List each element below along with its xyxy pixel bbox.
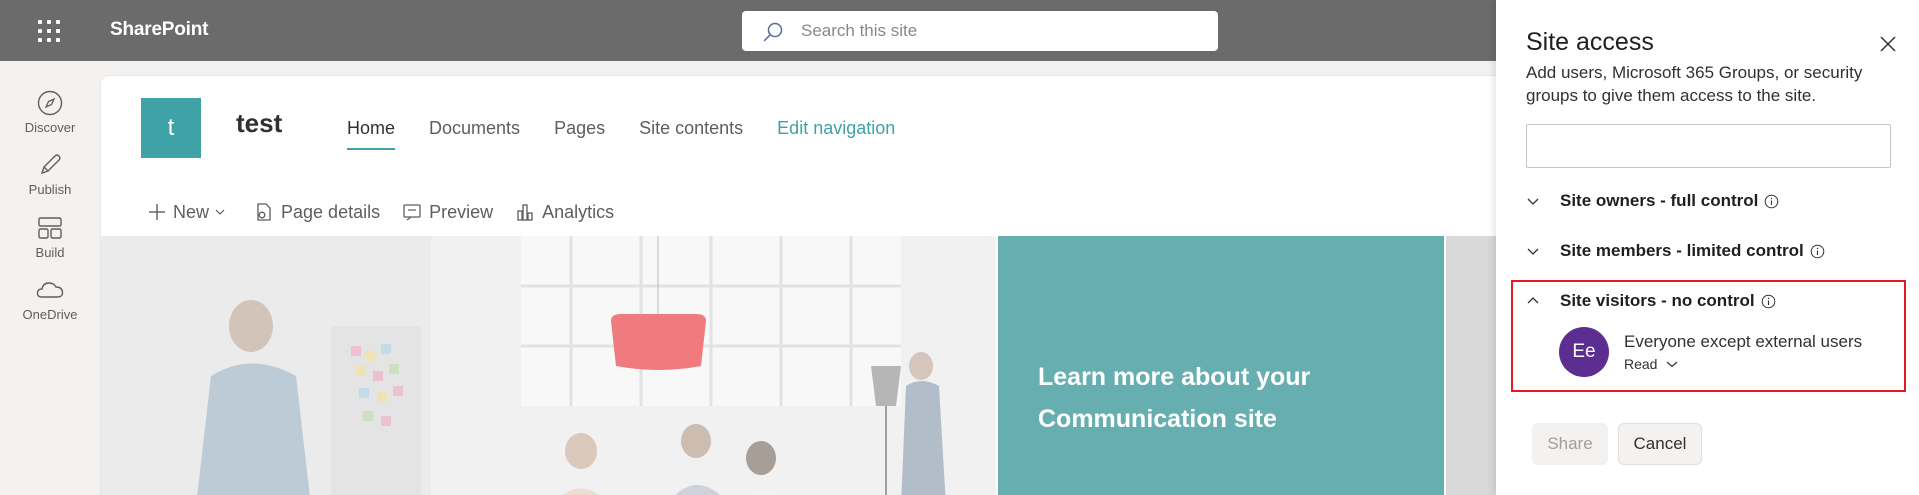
page-details-button[interactable]: Page details [254, 202, 380, 223]
preview-button[interactable]: Preview [402, 202, 493, 223]
hero-web-part: Learn more about your Communication site [101, 236, 1501, 495]
office-photo-illustration [101, 236, 996, 495]
new-label: New [173, 201, 210, 222]
hero-image[interactable] [101, 236, 996, 495]
preview-label: Preview [429, 201, 494, 222]
command-bar: New Page details Preview Analytics [148, 196, 636, 228]
add-people-input[interactable] [1526, 124, 1891, 168]
nav-home[interactable]: Home [347, 118, 396, 150]
panel-title: Site access [1526, 28, 1654, 56]
nav-edit-navigation[interactable]: Edit navigation [777, 118, 895, 150]
rail-item-publish[interactable]: Publish [0, 151, 100, 209]
group-label-members: Site members - limited control [1560, 241, 1804, 260]
layout-icon [38, 217, 62, 239]
hero-tile-communication[interactable]: Learn more about your Communication site [998, 236, 1444, 495]
app-name[interactable]: SharePoint [110, 19, 209, 41]
preview-icon [403, 204, 421, 221]
chevron-down-icon [215, 209, 225, 215]
new-button[interactable]: New [148, 202, 232, 223]
sharepoint-window: SharePoint Discover Publish [0, 0, 1919, 495]
permission-value: Read [1624, 356, 1658, 372]
info-icon[interactable] [1810, 244, 1825, 259]
rail-label-build: Build [35, 245, 65, 260]
nav-pages[interactable]: Pages [554, 118, 605, 150]
rail-label-discover: Discover [24, 120, 76, 135]
analytics-icon [517, 204, 533, 221]
site-page: t test Home Documents Pages Site content… [101, 76, 1501, 495]
chevron-down-icon [1667, 361, 1678, 368]
site-access-panel: Site access Add users, Microsoft 365 Gro… [1496, 0, 1919, 495]
rail-item-build[interactable]: Build [0, 214, 100, 272]
group-site-visitors[interactable]: Site visitors - no control [1526, 286, 1776, 316]
member-entry: Ee Everyone except external users Read [1559, 327, 1862, 377]
avatar: Ee [1559, 327, 1609, 377]
site-title[interactable]: test [236, 108, 282, 139]
page-settings-icon [257, 203, 271, 221]
page-details-label: Page details [281, 201, 381, 222]
search-icon [763, 22, 783, 42]
rail-item-onedrive[interactable]: OneDrive [0, 276, 100, 334]
compass-icon [37, 90, 63, 116]
analytics-button[interactable]: Analytics [515, 202, 614, 223]
hero-tile-text: Learn more about your Communication site [1038, 363, 1311, 433]
permission-dropdown[interactable]: Read [1624, 356, 1862, 372]
left-rail: Discover Publish Build OneDrive [0, 61, 100, 495]
group-site-members[interactable]: Site members - limited control [1526, 236, 1825, 266]
rail-item-discover[interactable]: Discover [0, 89, 100, 147]
share-button[interactable]: Share [1532, 423, 1608, 465]
analytics-label: Analytics [542, 201, 615, 222]
chevron-up-icon [1527, 297, 1539, 304]
chevron-down-icon [1527, 248, 1539, 255]
group-site-owners[interactable]: Site owners - full control [1526, 186, 1779, 216]
app-launcher-icon[interactable] [38, 20, 62, 42]
nav-site-contents[interactable]: Site contents [639, 118, 743, 150]
member-details: Everyone except external users Read [1624, 327, 1862, 372]
nav-documents[interactable]: Documents [429, 118, 520, 150]
site-logo[interactable]: t [141, 98, 201, 158]
plus-icon [149, 204, 165, 220]
panel-description: Add users, Microsoft 365 Groups, or secu… [1526, 63, 1863, 105]
cloud-icon [36, 282, 64, 298]
site-navigation: Home Documents Pages Site contents Edit … [347, 118, 929, 158]
group-label-visitors: Site visitors - no control [1560, 291, 1755, 310]
rail-label-onedrive: OneDrive [22, 307, 78, 322]
member-name: Everyone except external users [1624, 332, 1863, 351]
hero-tile-third[interactable] [1446, 236, 1501, 495]
cancel-button[interactable]: Cancel [1618, 423, 1702, 465]
chevron-down-icon [1527, 198, 1539, 205]
pen-icon [40, 154, 61, 175]
search-input[interactable] [801, 19, 1201, 43]
group-label-owners: Site owners - full control [1560, 191, 1759, 210]
info-icon[interactable] [1761, 294, 1776, 309]
info-icon[interactable] [1764, 194, 1779, 209]
close-icon[interactable] [1878, 34, 1898, 54]
rail-label-publish: Publish [28, 182, 72, 197]
search-box[interactable] [742, 11, 1218, 51]
